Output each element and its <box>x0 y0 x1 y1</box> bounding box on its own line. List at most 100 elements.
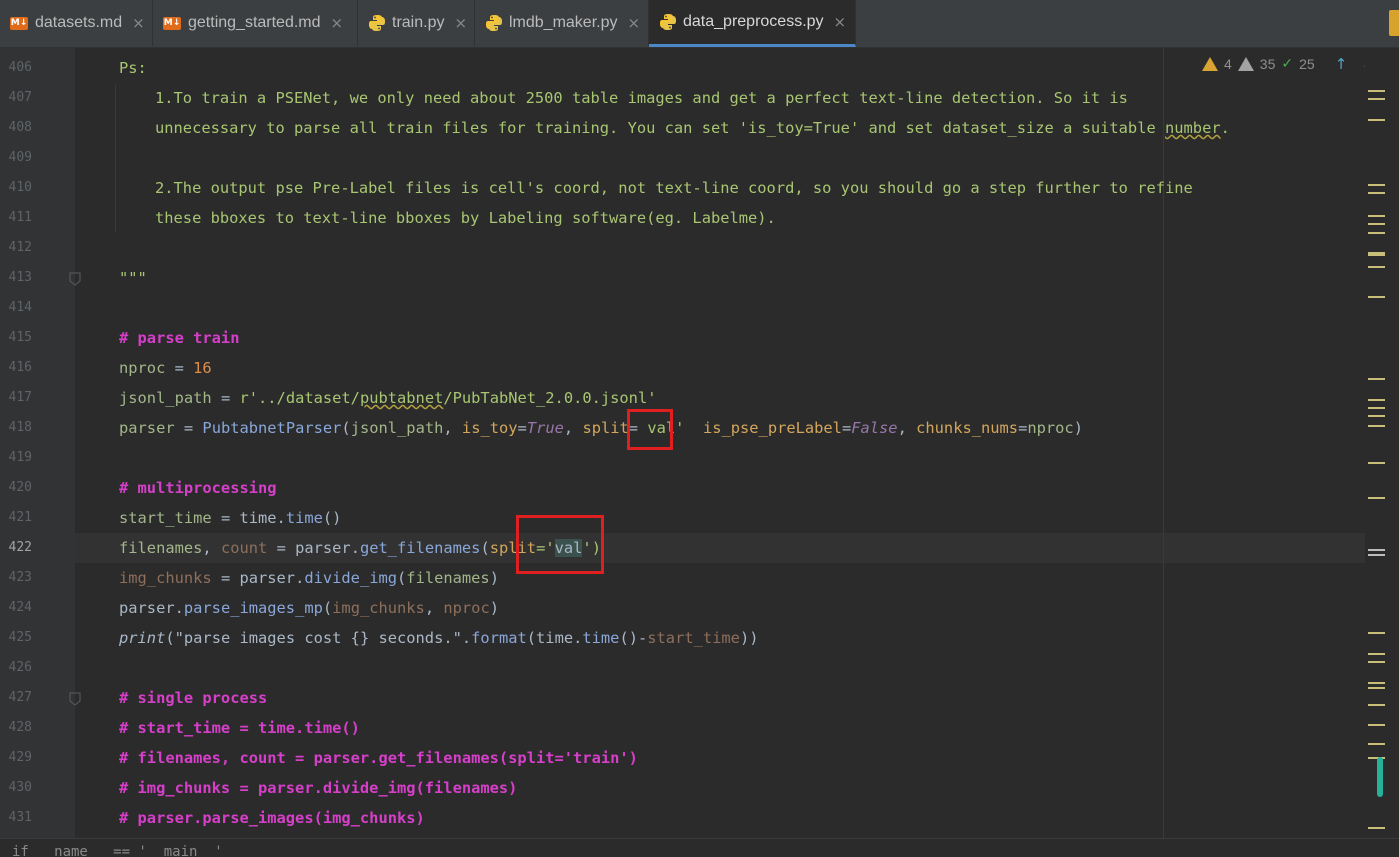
stripe-mark[interactable] <box>1368 704 1385 706</box>
inspection-widget[interactable]: 4 35 ✓ 25 ↑ ↓ <box>1202 55 1374 73</box>
code-editor[interactable]: Ps: 1.To train a PSENet, we only need ab… <box>75 48 1365 838</box>
close-icon[interactable]: × <box>628 14 641 32</box>
tab-train-py[interactable]: train.py × <box>358 0 475 46</box>
variable: jsonl_path <box>119 389 212 407</box>
stripe-mark[interactable] <box>1368 462 1385 464</box>
close-icon[interactable]: × <box>454 14 467 32</box>
warning-icon <box>1202 57 1218 71</box>
string: r'../dataset/ <box>239 389 360 407</box>
caret-stripe-mark[interactable] <box>1368 549 1385 551</box>
line-number: 414 <box>8 300 32 315</box>
operator: = <box>1018 419 1028 437</box>
stripe-mark[interactable] <box>1368 296 1385 298</box>
line-number-current: 422 <box>8 540 32 555</box>
line-number: 411 <box>8 210 32 225</box>
stripe-mark[interactable] <box>1368 184 1385 186</box>
line-number: 428 <box>8 720 32 735</box>
stripe-mark[interactable] <box>1368 724 1385 726</box>
comma: , <box>563 419 583 437</box>
line-number: 412 <box>8 240 32 255</box>
tab-label: getting_started.md <box>188 14 321 31</box>
code-line: img_chunks = parser.divide_img(filenames… <box>119 563 1399 593</box>
keyword-literal: False <box>851 419 898 437</box>
stripe-mark[interactable] <box>1368 827 1385 829</box>
tab-label: lmdb_maker.py <box>509 14 618 31</box>
code-line: """ <box>119 263 1399 293</box>
tab-datasets-md[interactable]: M↓ datasets.md × <box>0 0 153 46</box>
typo-word: number <box>1165 119 1221 137</box>
code-line: unnecessary to parse all train files for… <box>155 113 1399 143</box>
string-typo: pubtabnet <box>359 389 444 407</box>
tab-lmdb-maker-py[interactable]: lmdb_maker.py × <box>475 0 649 46</box>
stripe-mark[interactable] <box>1368 266 1385 268</box>
method-call: get_filenames <box>359 539 481 557</box>
operator: = <box>165 359 194 377</box>
annotation-highlight-box <box>627 409 673 450</box>
comment: # start_time = time.time() <box>119 719 360 737</box>
typo-count: 25 <box>1299 56 1315 72</box>
stripe-mark[interactable] <box>1368 232 1385 234</box>
stripe-mark[interactable] <box>1368 415 1385 417</box>
stripe-mark[interactable] <box>1368 119 1385 121</box>
stripe-mark[interactable] <box>1368 661 1385 663</box>
operator: = <box>517 419 527 437</box>
paren: ) <box>1073 419 1083 437</box>
close-icon[interactable]: × <box>834 13 847 31</box>
line-number: 417 <box>8 390 32 405</box>
stripe-mark[interactable] <box>1368 425 1385 427</box>
stripe-mark[interactable] <box>1368 98 1385 100</box>
unused-variable: count <box>220 539 268 557</box>
stripe-mark[interactable] <box>1368 687 1385 689</box>
stripe-mark[interactable] <box>1368 682 1385 684</box>
variable: jsonl_path <box>350 419 444 437</box>
error-stripe[interactable] <box>1365 48 1399 838</box>
code-line: # parse train <box>119 323 1399 353</box>
stripe-mark[interactable] <box>1368 378 1385 380</box>
python-icon <box>486 15 502 31</box>
breadcrumb-item[interactable]: if __name__ == '__main__' <box>12 844 223 857</box>
code-line: print("parse images cost {} seconds.".fo… <box>119 623 1399 653</box>
stripe-mark[interactable] <box>1368 632 1385 634</box>
stripe-mark[interactable] <box>1368 399 1385 401</box>
variable: filenames <box>119 539 203 557</box>
operator: = <box>174 419 203 437</box>
variable: nproc <box>443 599 490 617</box>
weak-warning-count: 35 <box>1259 56 1276 72</box>
stripe-mark[interactable] <box>1368 192 1385 194</box>
expression: = parser. <box>211 569 305 587</box>
dot: . <box>461 629 472 647</box>
docstring-text: unnecessary to parse all train files for… <box>155 119 1165 137</box>
scrollbar-thumb[interactable] <box>1377 757 1383 797</box>
python-icon <box>660 14 676 30</box>
previous-highlight-icon[interactable]: ↑ <box>1335 55 1348 73</box>
stripe-mark[interactable] <box>1368 223 1385 225</box>
close-icon[interactable]: × <box>132 14 145 32</box>
annotation-highlight-box <box>516 515 604 574</box>
stripe-mark[interactable] <box>1368 743 1385 745</box>
method-call: time <box>285 509 323 527</box>
stripe-mark[interactable] <box>1368 497 1385 499</box>
stripe-mark[interactable] <box>1368 215 1385 217</box>
comma: , <box>897 419 917 437</box>
builtin-call: print <box>119 629 166 647</box>
code-line: # start_time = time.time() <box>119 713 1399 743</box>
variable: start_time <box>647 629 740 647</box>
method-call: format <box>471 629 527 647</box>
tab-getting-started-md[interactable]: M↓ getting_started.md × <box>153 0 358 46</box>
line-number: 426 <box>8 660 32 675</box>
stripe-mark[interactable] <box>1368 653 1385 655</box>
caret-stripe-mark[interactable] <box>1368 554 1385 556</box>
docstring-end: """ <box>119 269 147 287</box>
tab-overflow-indicator[interactable] <box>1389 10 1399 36</box>
code-line: jsonl_path = r'../dataset/pubtabnet/PubT… <box>119 383 1399 413</box>
stripe-mark[interactable] <box>1368 252 1385 256</box>
line-number: 427 <box>8 690 32 705</box>
tab-data-preprocess-py[interactable]: data_preprocess.py × <box>649 0 856 47</box>
stripe-mark[interactable] <box>1368 407 1385 409</box>
code-line: nproc = 16 <box>119 353 1399 383</box>
close-icon[interactable]: × <box>331 14 344 32</box>
stripe-mark[interactable] <box>1368 90 1385 92</box>
breadcrumb[interactable]: if __name__ == '__main__' <box>0 838 1399 857</box>
variable: img_chunks <box>119 569 212 587</box>
paren: ( <box>165 629 175 647</box>
